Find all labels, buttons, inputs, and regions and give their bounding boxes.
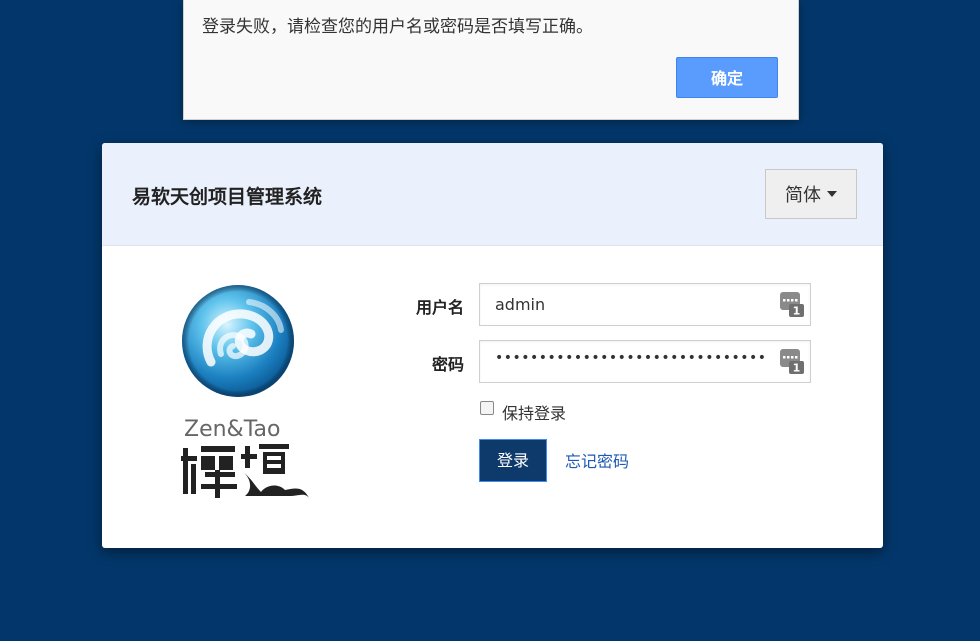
panel-header: 易软天创项目管理系统 简体: [102, 143, 883, 246]
caret-down-icon: [827, 191, 837, 197]
username-input[interactable]: admin 1: [479, 283, 811, 326]
keep-login-label[interactable]: 保持登录: [502, 400, 566, 424]
svg-text:1: 1: [793, 305, 801, 318]
keyboard-badge-icon[interactable]: 1: [780, 292, 804, 318]
alert-message: 登录失败，请检查您的用户名或密码是否填写正确。: [202, 17, 593, 37]
keyboard-badge-icon[interactable]: 1: [780, 349, 804, 375]
alert-ok-button[interactable]: 确定: [676, 57, 778, 98]
svg-text:1: 1: [793, 362, 801, 375]
language-label: 简体: [785, 185, 821, 206]
language-select-button[interactable]: 简体: [765, 169, 857, 219]
keep-login-checkbox[interactable]: [480, 401, 494, 415]
password-input[interactable]: ••••••••••••••••••••••••••••••• 1: [479, 340, 811, 383]
password-label: 密码: [431, 355, 464, 374]
login-panel: 易软天创项目管理系统 简体 Zen&Tao 用户名 admin 1 密码 •••…: [102, 143, 883, 548]
login-error-alert: 登录失败，请检查您的用户名或密码是否填写正确。 确定: [183, 0, 799, 120]
username-label: 用户名: [415, 298, 464, 317]
password-mask: •••••••••••••••••••••••••••••••: [495, 350, 767, 366]
zentao-orb-logo: [182, 285, 294, 397]
login-button[interactable]: 登录: [479, 439, 547, 482]
username-value: admin: [495, 295, 546, 314]
brand-calligraphy-logo: [181, 444, 309, 498]
system-title: 易软天创项目管理系统: [132, 186, 323, 208]
forgot-password-link[interactable]: 忘记密码: [565, 448, 629, 472]
brand-english: Zen&Tao: [184, 417, 281, 442]
